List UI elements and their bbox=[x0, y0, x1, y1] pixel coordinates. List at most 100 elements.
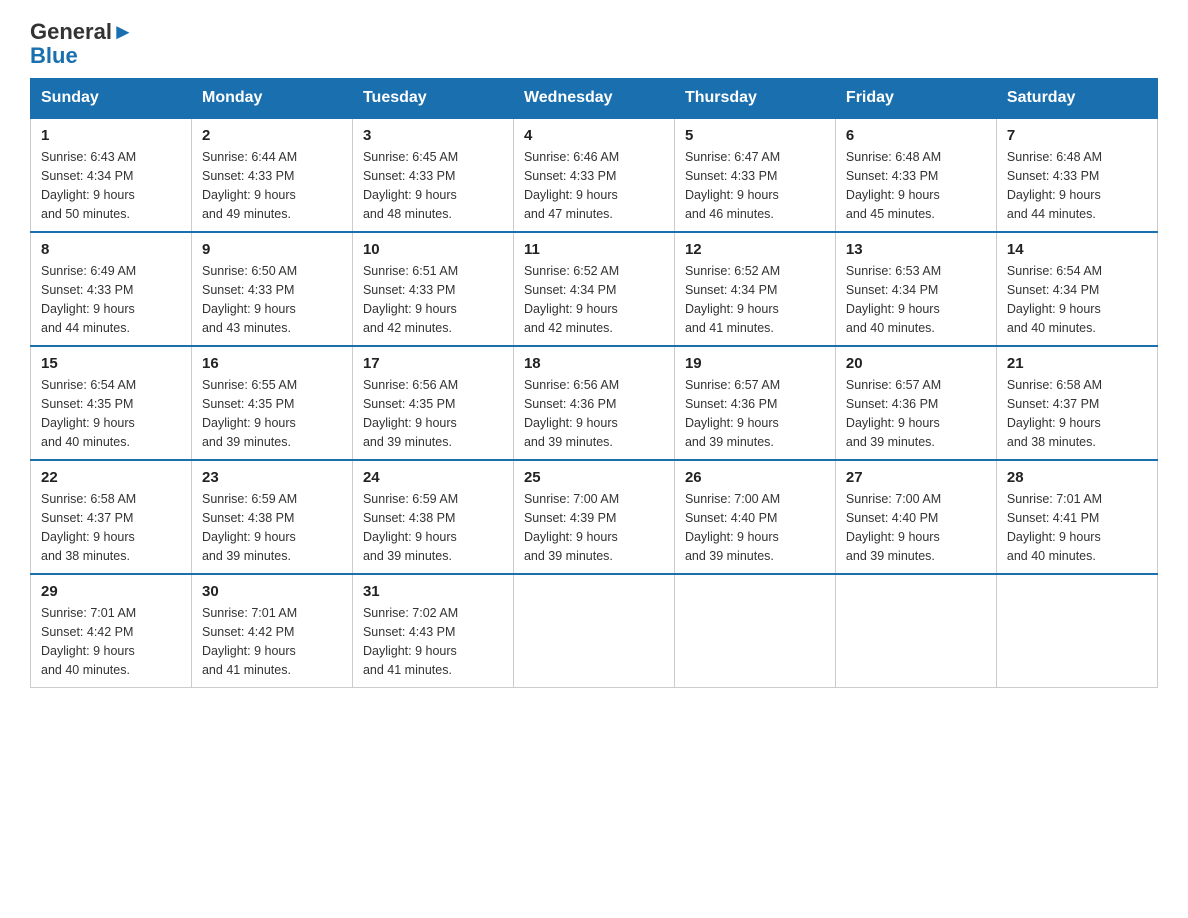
day-info: Sunrise: 6:53 AMSunset: 4:34 PMDaylight:… bbox=[846, 262, 986, 337]
weekday-header-tuesday: Tuesday bbox=[352, 79, 513, 119]
calendar-cell: 10 Sunrise: 6:51 AMSunset: 4:33 PMDayligh… bbox=[352, 232, 513, 346]
day-info: Sunrise: 6:47 AMSunset: 4:33 PMDaylight:… bbox=[685, 148, 825, 223]
calendar-cell: 23 Sunrise: 6:59 AMSunset: 4:38 PMDayligh… bbox=[191, 460, 352, 574]
weekday-header-row: SundayMondayTuesdayWednesdayThursdayFrid… bbox=[31, 79, 1158, 119]
day-info: Sunrise: 6:48 AMSunset: 4:33 PMDaylight:… bbox=[1007, 148, 1147, 223]
day-info: Sunrise: 7:01 AMSunset: 4:41 PMDaylight:… bbox=[1007, 490, 1147, 565]
calendar-cell bbox=[674, 574, 835, 688]
calendar-cell: 14 Sunrise: 6:54 AMSunset: 4:34 PMDayligh… bbox=[996, 232, 1157, 346]
day-number: 5 bbox=[685, 127, 825, 144]
day-info: Sunrise: 6:48 AMSunset: 4:33 PMDaylight:… bbox=[846, 148, 986, 223]
day-number: 14 bbox=[1007, 241, 1147, 258]
day-number: 28 bbox=[1007, 469, 1147, 486]
calendar-cell: 6 Sunrise: 6:48 AMSunset: 4:33 PMDaylight… bbox=[835, 118, 996, 232]
day-info: Sunrise: 6:54 AMSunset: 4:35 PMDaylight:… bbox=[41, 376, 181, 451]
day-number: 29 bbox=[41, 583, 181, 600]
day-info: Sunrise: 6:56 AMSunset: 4:36 PMDaylight:… bbox=[524, 376, 664, 451]
calendar-cell: 26 Sunrise: 7:00 AMSunset: 4:40 PMDayligh… bbox=[674, 460, 835, 574]
page-header: General► Blue bbox=[30, 20, 1158, 68]
calendar-cell: 19Sunrise: 6:57 AMSunset: 4:36 PMDayligh… bbox=[674, 346, 835, 460]
calendar-week-row: 22 Sunrise: 6:58 AMSunset: 4:37 PMDayligh… bbox=[31, 460, 1158, 574]
weekday-header-monday: Monday bbox=[191, 79, 352, 119]
day-number: 30 bbox=[202, 583, 342, 600]
day-number: 2 bbox=[202, 127, 342, 144]
day-info: Sunrise: 6:49 AMSunset: 4:33 PMDaylight:… bbox=[41, 262, 181, 337]
day-number: 19 bbox=[685, 355, 825, 372]
day-number: 23 bbox=[202, 469, 342, 486]
calendar-cell: 8 Sunrise: 6:49 AMSunset: 4:33 PMDaylight… bbox=[31, 232, 192, 346]
day-number: 18 bbox=[524, 355, 664, 372]
calendar-cell: 20 Sunrise: 6:57 AMSunset: 4:36 PMDayligh… bbox=[835, 346, 996, 460]
day-number: 4 bbox=[524, 127, 664, 144]
logo-text-blue: Blue bbox=[30, 43, 78, 68]
weekday-header-friday: Friday bbox=[835, 79, 996, 119]
day-info: Sunrise: 6:45 AMSunset: 4:33 PMDaylight:… bbox=[363, 148, 503, 223]
weekday-header-wednesday: Wednesday bbox=[513, 79, 674, 119]
calendar-cell bbox=[996, 574, 1157, 688]
day-number: 1 bbox=[41, 127, 181, 144]
calendar-cell: 30 Sunrise: 7:01 AMSunset: 4:42 PMDayligh… bbox=[191, 574, 352, 688]
calendar-cell: 3Sunrise: 6:45 AMSunset: 4:33 PMDaylight… bbox=[352, 118, 513, 232]
calendar-table: SundayMondayTuesdayWednesdayThursdayFrid… bbox=[30, 78, 1158, 688]
calendar-cell bbox=[835, 574, 996, 688]
day-info: Sunrise: 6:44 AMSunset: 4:33 PMDaylight:… bbox=[202, 148, 342, 223]
calendar-week-row: 8 Sunrise: 6:49 AMSunset: 4:33 PMDaylight… bbox=[31, 232, 1158, 346]
day-info: Sunrise: 6:58 AMSunset: 4:37 PMDaylight:… bbox=[1007, 376, 1147, 451]
day-info: Sunrise: 6:46 AMSunset: 4:33 PMDaylight:… bbox=[524, 148, 664, 223]
day-info: Sunrise: 6:52 AMSunset: 4:34 PMDaylight:… bbox=[685, 262, 825, 337]
calendar-cell: 18 Sunrise: 6:56 AMSunset: 4:36 PMDayligh… bbox=[513, 346, 674, 460]
day-info: Sunrise: 6:55 AMSunset: 4:35 PMDaylight:… bbox=[202, 376, 342, 451]
calendar-cell: 28 Sunrise: 7:01 AMSunset: 4:41 PMDayligh… bbox=[996, 460, 1157, 574]
day-info: Sunrise: 6:56 AMSunset: 4:35 PMDaylight:… bbox=[363, 376, 503, 451]
day-number: 27 bbox=[846, 469, 986, 486]
day-number: 31 bbox=[363, 583, 503, 600]
calendar-cell: 25Sunrise: 7:00 AMSunset: 4:39 PMDayligh… bbox=[513, 460, 674, 574]
day-number: 11 bbox=[524, 241, 664, 258]
day-info: Sunrise: 7:01 AMSunset: 4:42 PMDaylight:… bbox=[202, 604, 342, 679]
day-number: 16 bbox=[202, 355, 342, 372]
logo-icon: General► Blue bbox=[30, 20, 134, 68]
calendar-cell: 13Sunrise: 6:53 AMSunset: 4:34 PMDayligh… bbox=[835, 232, 996, 346]
logo: General► Blue bbox=[30, 20, 134, 68]
calendar-cell: 16 Sunrise: 6:55 AMSunset: 4:35 PMDayligh… bbox=[191, 346, 352, 460]
day-info: Sunrise: 6:54 AMSunset: 4:34 PMDaylight:… bbox=[1007, 262, 1147, 337]
day-number: 17 bbox=[363, 355, 503, 372]
calendar-week-row: 15 Sunrise: 6:54 AMSunset: 4:35 PMDayligh… bbox=[31, 346, 1158, 460]
calendar-cell: 1 Sunrise: 6:43 AMSunset: 4:34 PMDaylight… bbox=[31, 118, 192, 232]
day-info: Sunrise: 6:58 AMSunset: 4:37 PMDaylight:… bbox=[41, 490, 181, 565]
calendar-cell: 15 Sunrise: 6:54 AMSunset: 4:35 PMDayligh… bbox=[31, 346, 192, 460]
day-info: Sunrise: 7:00 AMSunset: 4:40 PMDaylight:… bbox=[685, 490, 825, 565]
day-number: 6 bbox=[846, 127, 986, 144]
day-info: Sunrise: 6:51 AMSunset: 4:33 PMDaylight:… bbox=[363, 262, 503, 337]
day-info: Sunrise: 6:43 AMSunset: 4:34 PMDaylight:… bbox=[41, 148, 181, 223]
day-info: Sunrise: 7:00 AMSunset: 4:40 PMDaylight:… bbox=[846, 490, 986, 565]
day-number: 12 bbox=[685, 241, 825, 258]
calendar-week-row: 29 Sunrise: 7:01 AMSunset: 4:42 PMDayligh… bbox=[31, 574, 1158, 688]
day-info: Sunrise: 6:50 AMSunset: 4:33 PMDaylight:… bbox=[202, 262, 342, 337]
day-number: 20 bbox=[846, 355, 986, 372]
day-number: 21 bbox=[1007, 355, 1147, 372]
day-number: 26 bbox=[685, 469, 825, 486]
weekday-header-thursday: Thursday bbox=[674, 79, 835, 119]
day-info: Sunrise: 6:57 AMSunset: 4:36 PMDaylight:… bbox=[846, 376, 986, 451]
day-number: 15 bbox=[41, 355, 181, 372]
logo-text-general: General► bbox=[30, 20, 134, 44]
calendar-cell: 2 Sunrise: 6:44 AMSunset: 4:33 PMDaylight… bbox=[191, 118, 352, 232]
calendar-cell bbox=[513, 574, 674, 688]
day-info: Sunrise: 7:02 AMSunset: 4:43 PMDaylight:… bbox=[363, 604, 503, 679]
calendar-cell: 27 Sunrise: 7:00 AMSunset: 4:40 PMDayligh… bbox=[835, 460, 996, 574]
calendar-cell: 11 Sunrise: 6:52 AMSunset: 4:34 PMDayligh… bbox=[513, 232, 674, 346]
day-number: 25 bbox=[524, 469, 664, 486]
day-number: 8 bbox=[41, 241, 181, 258]
day-info: Sunrise: 6:59 AMSunset: 4:38 PMDaylight:… bbox=[202, 490, 342, 565]
logo-arrow-shape: ► bbox=[112, 19, 134, 44]
day-info: Sunrise: 6:52 AMSunset: 4:34 PMDaylight:… bbox=[524, 262, 664, 337]
day-number: 22 bbox=[41, 469, 181, 486]
calendar-cell: 29Sunrise: 7:01 AMSunset: 4:42 PMDayligh… bbox=[31, 574, 192, 688]
day-number: 9 bbox=[202, 241, 342, 258]
weekday-header-saturday: Saturday bbox=[996, 79, 1157, 119]
day-number: 10 bbox=[363, 241, 503, 258]
day-number: 24 bbox=[363, 469, 503, 486]
calendar-cell: 5 Sunrise: 6:47 AMSunset: 4:33 PMDaylight… bbox=[674, 118, 835, 232]
calendar-cell: 4 Sunrise: 6:46 AMSunset: 4:33 PMDaylight… bbox=[513, 118, 674, 232]
